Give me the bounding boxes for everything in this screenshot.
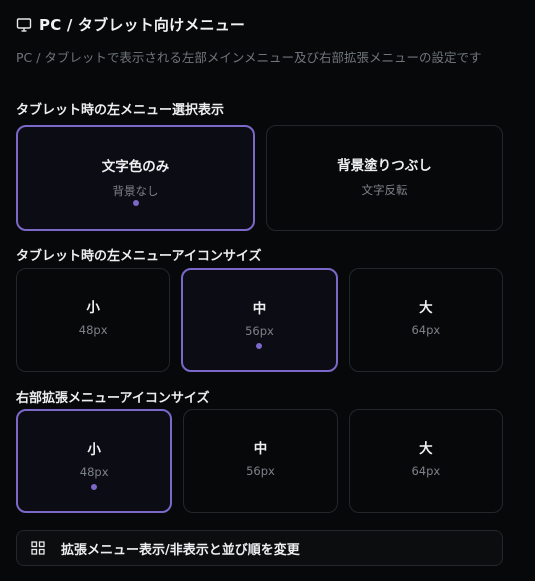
option-sublabel: 背景なし	[112, 184, 159, 198]
option-size-medium[interactable]: 中 56px	[183, 409, 338, 513]
option-size-large[interactable]: 大 64px	[348, 268, 503, 372]
selected-indicator-dot	[91, 484, 98, 490]
tablet-left-menu-icon-size-options: 小 48px 中 56px 大 64px	[16, 268, 503, 372]
option-label: 文字色のみ	[101, 159, 170, 175]
option-sublabel: 64px	[411, 323, 441, 337]
page-title: PC / タブレット向けメニュー	[39, 16, 246, 34]
option-label: 小	[87, 442, 101, 458]
right-menu-icon-size-options: 小 48px 中 56px 大 64px	[16, 409, 503, 513]
option-text-color-only[interactable]: 文字色のみ 背景なし	[16, 125, 255, 231]
selected-indicator-dot	[132, 200, 139, 206]
tablet-left-menu-display-title: タブレット時の左メニュー選択表示	[16, 103, 225, 118]
option-size-medium[interactable]: 中 56px	[181, 268, 338, 372]
right-menu-icon-size-title: 右部拡張メニューアイコンサイズ	[16, 391, 210, 406]
option-label: 背景塗りつぶし	[337, 158, 432, 174]
option-size-small[interactable]: 小 48px	[16, 409, 173, 513]
grid-icon	[31, 541, 45, 555]
edit-extended-menu-button[interactable]: 拡張メニュー表示/非表示と並び順を変更	[16, 530, 503, 566]
option-size-small[interactable]: 小 48px	[16, 268, 171, 372]
option-label: 大	[419, 300, 433, 316]
option-sublabel: 64px	[411, 464, 441, 478]
tablet-left-menu-display-options: 文字色のみ 背景なし 背景塗りつぶし 文字反転	[16, 125, 503, 231]
option-label: 中	[252, 301, 267, 317]
option-background-fill[interactable]: 背景塗りつぶし 文字反転	[266, 125, 503, 231]
settings-panel: PC / タブレット向けメニュー PC / タブレットで表示される左部メインメニ…	[0, 0, 535, 581]
option-sublabel: 48px	[78, 323, 108, 337]
selected-indicator-dot	[256, 343, 263, 349]
option-sublabel: 48px	[79, 465, 109, 479]
option-label: 中	[253, 441, 268, 457]
edit-extended-menu-label: 拡張メニュー表示/非表示と並び順を変更	[61, 542, 300, 558]
option-size-large[interactable]: 大 64px	[348, 409, 503, 513]
option-sublabel: 文字反転	[361, 183, 408, 197]
tablet-left-menu-icon-size-title: タブレット時の左メニューアイコンサイズ	[16, 249, 262, 264]
option-label: 大	[419, 441, 433, 457]
monitor-icon	[16, 17, 32, 33]
option-sublabel: 56px	[245, 324, 274, 338]
option-label: 小	[86, 300, 100, 316]
option-sublabel: 56px	[246, 464, 275, 478]
section-header: PC / タブレット向けメニュー	[16, 14, 245, 35]
section-description: PC / タブレットで表示される左部メインメニュー及び右部拡張メニューの設定です	[16, 50, 482, 65]
